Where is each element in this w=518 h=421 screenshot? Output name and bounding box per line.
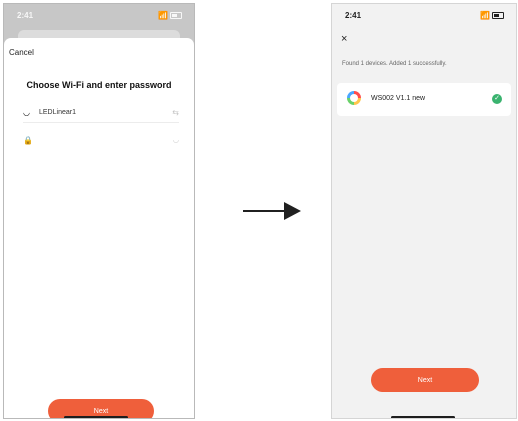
device-logo-icon <box>347 91 361 105</box>
lock-icon: 🔒 <box>23 135 33 145</box>
scan-result-text: Found 1 devices. Added 1 successfully. <box>342 61 447 67</box>
status-time: 2:41 <box>17 11 34 20</box>
arrow-head <box>284 202 301 220</box>
wifi-network-row[interactable]: ◡ LEDLinear1 ⇆ <box>23 102 179 122</box>
password-field[interactable]: 🔒 ◡ <box>23 130 179 150</box>
flow-arrow-icon <box>243 202 301 220</box>
close-icon[interactable]: × <box>341 33 347 45</box>
page-title: Choose Wi-Fi and enter password <box>26 80 172 90</box>
device-card[interactable]: WS002 V1.1 new ✓ <box>337 83 511 116</box>
wifi-icon: ◡ <box>23 107 30 117</box>
next-button[interactable]: Next <box>371 368 479 392</box>
arrow-shaft <box>243 210 288 212</box>
battery-icon <box>492 12 504 19</box>
status-bar: 2:41 📶 <box>4 4 194 24</box>
home-indicator <box>391 416 455 418</box>
cancel-button[interactable]: Cancel <box>9 48 34 57</box>
arrow-icon: ⇆ <box>172 107 179 117</box>
eye-icon[interactable]: ◡ <box>173 136 179 144</box>
status-icons: 📶 <box>158 11 182 20</box>
success-check-icon: ✓ <box>492 94 502 104</box>
battery-icon <box>170 12 182 19</box>
device-name: WS002 V1.1 new <box>371 95 426 102</box>
signal-icons: 📶 <box>158 11 168 20</box>
wifi-network-name: LEDLinear1 <box>39 108 76 116</box>
status-icons: 📶 <box>480 11 504 20</box>
signal-icons: 📶 <box>480 11 490 20</box>
home-indicator <box>64 416 128 418</box>
status-time: 2:41 <box>345 11 362 20</box>
left-phone-screen: 2:41 📶 Cancel Choose Wi-Fi and enter pas… <box>3 3 195 419</box>
right-phone-screen: 2:41 📶 × Found 1 devices. Added 1 succes… <box>331 3 517 419</box>
status-bar: 2:41 📶 <box>332 4 516 24</box>
wifi-sheet: Cancel Choose Wi-Fi and enter password ◡… <box>4 38 194 418</box>
divider <box>23 122 179 123</box>
